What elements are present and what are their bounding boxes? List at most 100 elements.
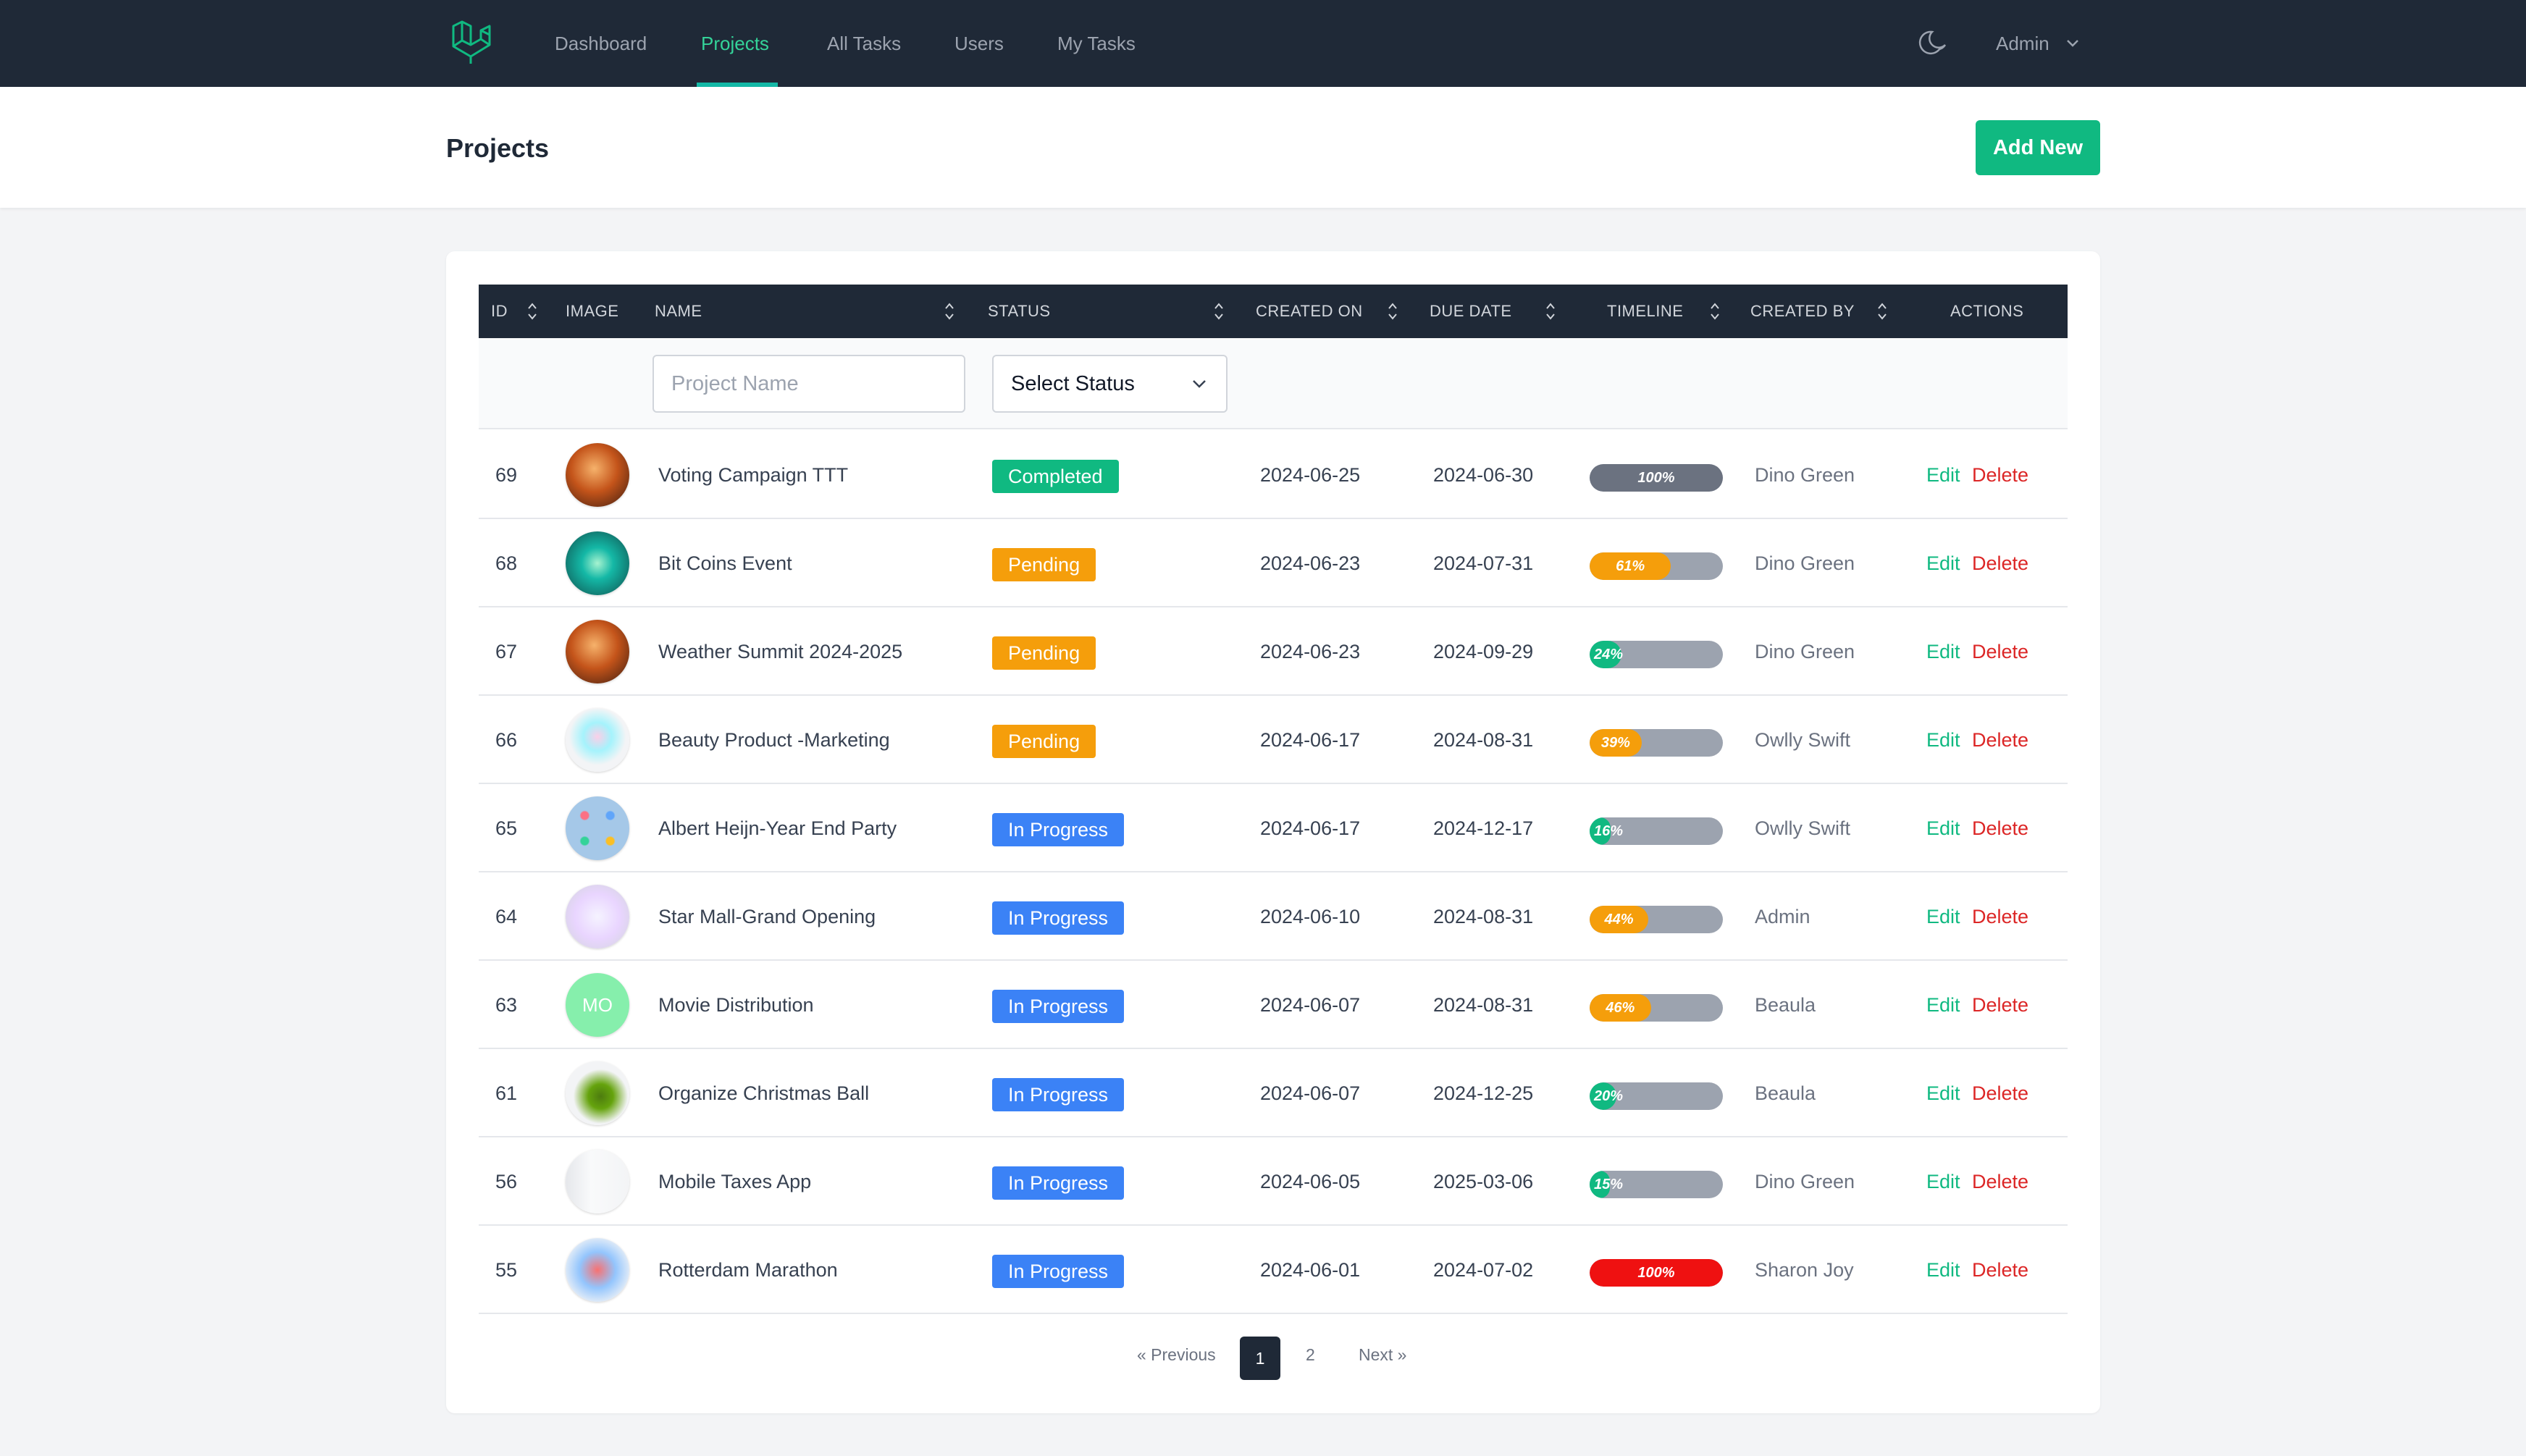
project-id: 64 <box>495 906 518 927</box>
project-image: MO <box>566 973 629 1037</box>
due-date: 2024-12-17 <box>1433 817 1534 839</box>
sort-icon[interactable] <box>1708 300 1722 323</box>
timeline-progress-label: 61% <box>1616 558 1645 574</box>
project-name[interactable]: Movie Distribution <box>658 961 814 1049</box>
project-id: 69 <box>495 464 518 486</box>
timeline-progress-bar: 61% <box>1590 552 1723 580</box>
created-on-date: 2024-06-23 <box>1260 641 1361 662</box>
table-row: 63 MO Movie Distribution In Progress 202… <box>479 961 2068 1049</box>
edit-link[interactable]: Edit <box>1926 519 1960 607</box>
project-name[interactable]: Mobile Taxes App <box>658 1137 811 1226</box>
nav-projects[interactable]: Projects <box>701 0 769 87</box>
delete-link[interactable]: Delete <box>1972 519 2028 607</box>
column-header-id[interactable]: ID <box>491 285 508 338</box>
table-row: 68 Bit Coins Event Pending 2024-06-23 20… <box>479 519 2068 607</box>
delete-link[interactable]: Delete <box>1972 1049 2028 1137</box>
column-header-status[interactable]: STATUS <box>988 285 1051 338</box>
created-by: Beaula <box>1755 994 1816 1016</box>
column-header-created-by[interactable]: CREATED BY <box>1750 285 1855 338</box>
delete-link[interactable]: Delete <box>1972 1137 2028 1226</box>
edit-link[interactable]: Edit <box>1926 1226 1960 1314</box>
timeline-progress-bar: 39% <box>1590 729 1723 757</box>
moon-icon[interactable] <box>1918 28 1950 59</box>
status-badge: In Progress <box>992 813 1125 846</box>
project-name[interactable]: Organize Christmas Ball <box>658 1049 869 1137</box>
project-image <box>566 885 629 948</box>
project-name[interactable]: Bit Coins Event <box>658 519 792 607</box>
status-filter-select[interactable]: Select Status <box>992 355 1228 413</box>
add-new-button[interactable]: Add New <box>1976 120 2100 175</box>
project-name-filter-input[interactable] <box>653 355 965 413</box>
due-date: 2024-07-02 <box>1433 1259 1534 1281</box>
chevron-down-icon[interactable] <box>2065 38 2080 49</box>
column-header-name[interactable]: NAME <box>655 285 702 338</box>
created-by: Dino Green <box>1755 464 1855 486</box>
status-badge: In Progress <box>992 990 1125 1023</box>
project-id: 66 <box>495 729 518 751</box>
timeline-progress-bar: 100% <box>1590 464 1723 492</box>
pagination-page-2[interactable]: 2 <box>1306 1345 1315 1365</box>
pagination-page-current[interactable]: 1 <box>1240 1337 1280 1380</box>
delete-link[interactable]: Delete <box>1972 696 2028 784</box>
delete-link[interactable]: Delete <box>1972 784 2028 872</box>
project-name[interactable]: Albert Heijn-Year End Party <box>658 784 897 872</box>
project-image <box>566 531 629 595</box>
edit-link[interactable]: Edit <box>1926 1137 1960 1226</box>
project-name[interactable]: Weather Summit 2024-2025 <box>658 607 902 696</box>
column-header-created-on[interactable]: CREATED ON <box>1256 285 1363 338</box>
created-by: Sharon Joy <box>1755 1259 1854 1281</box>
timeline-progress-label: 24% <box>1593 647 1624 662</box>
table-row: 67 Weather Summit 2024-2025 Pending 2024… <box>479 607 2068 696</box>
edit-link[interactable]: Edit <box>1926 431 1960 519</box>
status-filter-value: Select Status <box>1011 372 1135 395</box>
nav-all-tasks[interactable]: All Tasks <box>827 0 901 87</box>
project-id: 65 <box>495 817 518 839</box>
created-on-date: 2024-06-17 <box>1260 817 1361 839</box>
column-header-due-date[interactable]: DUE DATE <box>1430 285 1512 338</box>
table-row: 69 Voting Campaign TTT Completed 2024-06… <box>479 431 2068 519</box>
delete-link[interactable]: Delete <box>1972 607 2028 696</box>
page-header: Projects Add New <box>0 87 2526 208</box>
edit-link[interactable]: Edit <box>1926 872 1960 961</box>
delete-link[interactable]: Delete <box>1972 961 2028 1049</box>
project-name[interactable]: Star Mall-Grand Opening <box>658 872 876 961</box>
page-title: Projects <box>446 133 550 163</box>
column-header-actions: ACTIONS <box>1950 302 2024 320</box>
sort-icon[interactable] <box>1543 300 1558 323</box>
delete-link[interactable]: Delete <box>1972 872 2028 961</box>
user-menu[interactable]: Admin <box>1996 0 2049 87</box>
status-badge: In Progress <box>992 1255 1125 1288</box>
sort-icon[interactable] <box>942 300 957 323</box>
nav-users[interactable]: Users <box>954 0 1004 87</box>
edit-link[interactable]: Edit <box>1926 961 1960 1049</box>
edit-link[interactable]: Edit <box>1926 1049 1960 1137</box>
delete-link[interactable]: Delete <box>1972 1226 2028 1314</box>
pagination-previous[interactable]: « Previous <box>1137 1345 1216 1365</box>
created-on-date: 2024-06-25 <box>1260 464 1361 486</box>
timeline-progress-bar: 16% <box>1590 817 1723 845</box>
project-image <box>566 443 629 507</box>
project-name[interactable]: Beauty Product -Marketing <box>658 696 890 784</box>
column-header-timeline[interactable]: TIMELINE <box>1607 285 1683 338</box>
pagination-next[interactable]: Next » <box>1359 1345 1406 1365</box>
project-id: 56 <box>495 1171 518 1192</box>
table-row: 56 Mobile Taxes App In Progress 2024-06-… <box>479 1137 2068 1226</box>
column-header-image: IMAGE <box>566 302 619 320</box>
project-name[interactable]: Rotterdam Marathon <box>658 1226 838 1314</box>
timeline-progress-label: 44% <box>1604 912 1634 927</box>
edit-link[interactable]: Edit <box>1926 696 1960 784</box>
status-badge: Pending <box>992 548 1096 581</box>
sort-icon[interactable] <box>1875 300 1889 323</box>
edit-link[interactable]: Edit <box>1926 784 1960 872</box>
timeline-progress-bar: 100% <box>1590 1259 1723 1287</box>
sort-icon[interactable] <box>1385 300 1400 323</box>
delete-link[interactable]: Delete <box>1972 431 2028 519</box>
edit-link[interactable]: Edit <box>1926 607 1960 696</box>
sort-icon[interactable] <box>525 300 540 323</box>
due-date: 2025-03-06 <box>1433 1171 1534 1192</box>
nav-my-tasks[interactable]: My Tasks <box>1057 0 1136 87</box>
laravel-logo-icon[interactable] <box>449 20 494 65</box>
project-name[interactable]: Voting Campaign TTT <box>658 431 848 519</box>
sort-icon[interactable] <box>1212 300 1226 323</box>
nav-dashboard[interactable]: Dashboard <box>555 0 647 87</box>
